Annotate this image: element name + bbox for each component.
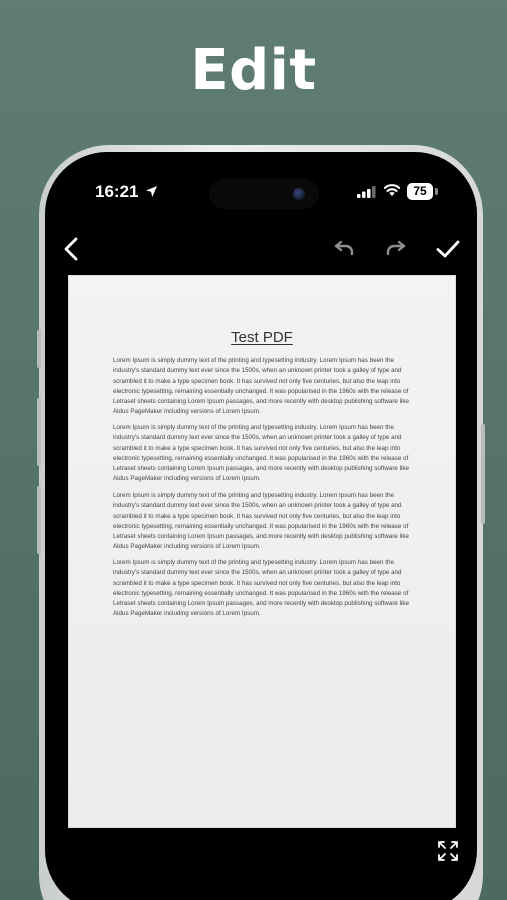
scanned-document-page[interactable]: Test PDF Lorem Ipsum is simply dummy tex… — [68, 275, 456, 828]
dynamic-island — [209, 179, 319, 209]
phone-side-button — [37, 398, 41, 466]
location-arrow-icon — [146, 186, 157, 197]
undo-icon[interactable] — [329, 234, 359, 264]
cellular-signal-icon — [357, 186, 376, 198]
check-icon[interactable] — [433, 234, 463, 264]
document-paragraph: Lorem Ipsum is simply dummy text of the … — [113, 424, 409, 483]
status-time: 16:21 — [95, 182, 139, 201]
page-headline: Edit — [190, 38, 317, 103]
phone-side-button — [481, 424, 485, 524]
battery-nub — [435, 188, 438, 195]
document-title: Test PDF — [231, 329, 293, 346]
battery-icon: 75 — [407, 183, 433, 200]
document-paragraph: Lorem Ipsum is simply dummy text of the … — [113, 357, 409, 416]
phone-screen: 16:21 75 Test PDF Lorem Ipsum is simply … — [45, 152, 477, 900]
wifi-icon — [383, 184, 401, 196]
back-chevron-icon[interactable] — [57, 234, 87, 264]
phone-side-button — [37, 486, 41, 554]
expand-icon[interactable] — [437, 840, 459, 862]
front-camera — [293, 188, 305, 200]
phone-side-button — [37, 330, 41, 368]
document-paragraph: Lorem Ipsum is simply dummy text of the … — [113, 559, 409, 618]
redo-icon[interactable] — [381, 234, 411, 264]
document-paragraph: Lorem Ipsum is simply dummy text of the … — [113, 492, 409, 551]
